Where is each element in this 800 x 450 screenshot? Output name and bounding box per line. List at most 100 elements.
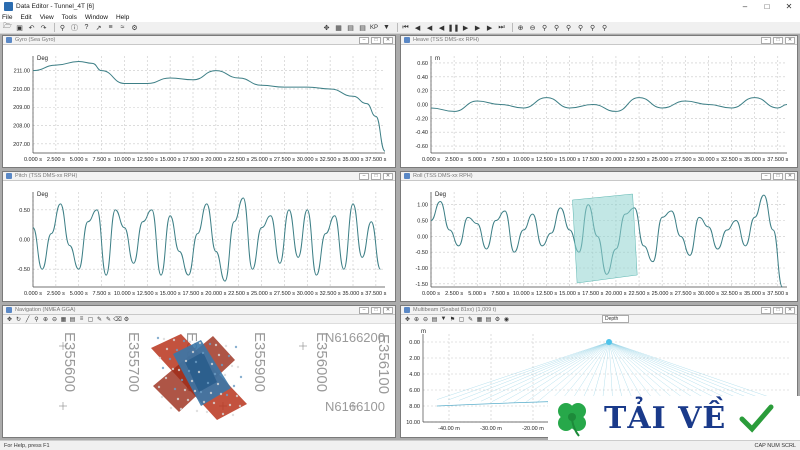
chart-icon[interactable]: ▤ <box>431 316 438 323</box>
zoom-in-icon[interactable]: ⊕ <box>413 316 420 323</box>
prev-icon[interactable]: ◀ <box>437 23 446 32</box>
zoom-icon[interactable]: ⚲ <box>58 23 67 32</box>
zoom-extent-icon[interactable]: ⚲ <box>552 23 561 32</box>
help-icon[interactable]: ? <box>82 23 91 32</box>
open-icon[interactable]: 🗁 <box>3 23 12 32</box>
pan-icon[interactable]: ✥ <box>6 316 13 323</box>
minimize-icon[interactable]: – <box>761 172 771 180</box>
close-icon[interactable]: ✕ <box>778 0 800 12</box>
navigation-map[interactable]: E355600E355700E355800E355900E356000E3561… <box>3 326 395 439</box>
zoom-prev-icon[interactable]: ⚲ <box>576 23 585 32</box>
zoom-icon[interactable]: ⚲ <box>33 316 40 323</box>
beam-ray <box>436 341 610 400</box>
minimize-icon[interactable]: – <box>359 172 369 180</box>
menu-edit[interactable]: Edit <box>20 14 31 21</box>
menu-tools[interactable]: Tools <box>62 14 77 21</box>
heave-chart[interactable]: 0.000 s 2.500 s 5.000 s 7.500 s 10.000 s 12.5… <box>401 46 797 167</box>
maximize-icon[interactable]: □ <box>773 172 783 180</box>
close-icon[interactable]: ✕ <box>383 36 393 44</box>
watermark-banner: TẢI VỀ <box>548 396 800 440</box>
maximize-icon[interactable]: □ <box>371 306 381 314</box>
gyro-chart[interactable]: 0.000 s 2.500 s 5.000 s 7.500 s 10.000 s 12.5… <box>3 46 395 167</box>
minimize-icon[interactable]: – <box>761 306 771 314</box>
window-titlebar: Data Editor - Tunnel_4T [6] – □ ✕ <box>0 0 800 12</box>
play-icon[interactable]: ▶ <box>473 23 482 32</box>
layers-icon[interactable]: ▤ <box>69 316 76 323</box>
menu-view[interactable]: View <box>40 14 54 21</box>
filter-icon[interactable]: ▼ <box>382 23 391 32</box>
info-icon[interactable]: ⓘ <box>70 23 79 32</box>
zoom-window-icon[interactable]: ⚲ <box>564 23 573 32</box>
zoom-out-icon[interactable]: ⊖ <box>422 316 429 323</box>
pause-icon[interactable]: ❚❚ <box>448 23 460 32</box>
layers-icon[interactable]: ▤ <box>485 316 492 323</box>
rotate-icon[interactable]: ↻ <box>15 316 22 323</box>
roll-chart[interactable]: 0.000 s 2.500 s 5.000 s 7.500 s 10.000 s 12.5… <box>401 182 797 301</box>
minimize-icon[interactable]: – <box>359 306 369 314</box>
close-icon[interactable]: ✕ <box>785 306 795 314</box>
minimize-icon[interactable]: – <box>359 36 369 44</box>
brush-icon[interactable]: ✎ <box>105 316 112 323</box>
menu-help[interactable]: Help <box>116 14 129 21</box>
save-icon[interactable]: ▣ <box>15 23 24 32</box>
move-icon[interactable]: ✥ <box>322 23 331 32</box>
maximize-icon[interactable]: □ <box>371 36 381 44</box>
line-tool-icon[interactable]: ╱ <box>24 316 31 323</box>
zoom-next-icon[interactable]: ⚲ <box>588 23 597 32</box>
zoom-out-icon[interactable]: ⊖ <box>51 316 58 323</box>
zoom-out-icon[interactable]: ⊖ <box>528 23 537 32</box>
pan-icon[interactable]: ✥ <box>404 316 411 323</box>
minimize-icon[interactable]: – <box>734 0 756 12</box>
minimize-icon[interactable]: – <box>761 36 771 44</box>
zoom-in-icon[interactable]: ⊕ <box>42 316 49 323</box>
grid-icon[interactable]: ▦ <box>334 23 343 32</box>
cursor-icon[interactable]: ↗ <box>94 23 103 32</box>
redo-icon[interactable]: ↷ <box>39 23 48 32</box>
ruler-icon[interactable]: ≡ <box>78 316 85 323</box>
menu-file[interactable]: File <box>2 14 12 21</box>
undo-icon[interactable]: ↶ <box>27 23 36 32</box>
next-icon[interactable]: ▶ <box>461 23 470 32</box>
grid-icon[interactable]: ▦ <box>476 316 483 323</box>
maximize-icon[interactable]: □ <box>773 306 783 314</box>
color-icon[interactable]: ◉ <box>503 316 510 323</box>
maximize-icon[interactable]: □ <box>756 0 778 12</box>
menu-window[interactable]: Window <box>85 14 108 21</box>
layers-icon[interactable]: ▤ <box>358 23 367 32</box>
maximize-icon[interactable]: □ <box>773 36 783 44</box>
settings-icon[interactable]: ⚙ <box>123 316 130 323</box>
zoom-all-icon[interactable]: ⚲ <box>600 23 609 32</box>
play-back-icon[interactable]: ◀ <box>425 23 434 32</box>
gear-icon[interactable]: ⚙ <box>130 23 139 32</box>
sounding-point <box>182 339 186 343</box>
step-back-icon[interactable]: ◀ <box>413 23 422 32</box>
zoom-in-icon[interactable]: ⊕ <box>516 23 525 32</box>
close-icon[interactable]: ✕ <box>785 172 795 180</box>
grid-icon[interactable]: ▦ <box>60 316 67 323</box>
last-frame-icon[interactable]: ⏭ <box>497 23 506 32</box>
flag-icon[interactable]: ⚑ <box>449 316 456 323</box>
wave-icon[interactable]: ≈ <box>118 23 127 32</box>
list-icon[interactable]: ≡ <box>106 23 115 32</box>
chart-window-icon <box>404 37 410 43</box>
pitch-chart[interactable]: 0.000 s 2.500 s 5.000 s 7.500 s 10.000 s 12.5… <box>3 182 395 301</box>
maximize-icon[interactable]: □ <box>371 172 381 180</box>
filter-icon[interactable]: ▼ <box>440 316 447 323</box>
chart-icon[interactable]: ▤ <box>346 23 355 32</box>
kp-button[interactable]: KP <box>370 25 378 31</box>
first-frame-icon[interactable]: ⏮ <box>401 23 410 32</box>
x-tick-label: 7.500 s <box>491 157 509 163</box>
select-icon[interactable]: ▢ <box>87 316 94 323</box>
step-forward-icon[interactable]: ▶ <box>485 23 494 32</box>
settings-icon[interactable]: ⚙ <box>494 316 501 323</box>
zoom-fit-icon[interactable]: ⚲ <box>540 23 549 32</box>
depth-select[interactable]: Depth <box>602 315 630 323</box>
select-icon[interactable]: ▢ <box>458 316 465 323</box>
eraser-icon[interactable]: ⌫ <box>113 316 121 323</box>
close-icon[interactable]: ✕ <box>383 306 393 314</box>
close-icon[interactable]: ✕ <box>785 36 795 44</box>
edit-icon[interactable]: ✎ <box>96 316 103 323</box>
sounding-point <box>162 337 166 341</box>
edit-icon[interactable]: ✎ <box>467 316 474 323</box>
close-icon[interactable]: ✕ <box>383 172 393 180</box>
